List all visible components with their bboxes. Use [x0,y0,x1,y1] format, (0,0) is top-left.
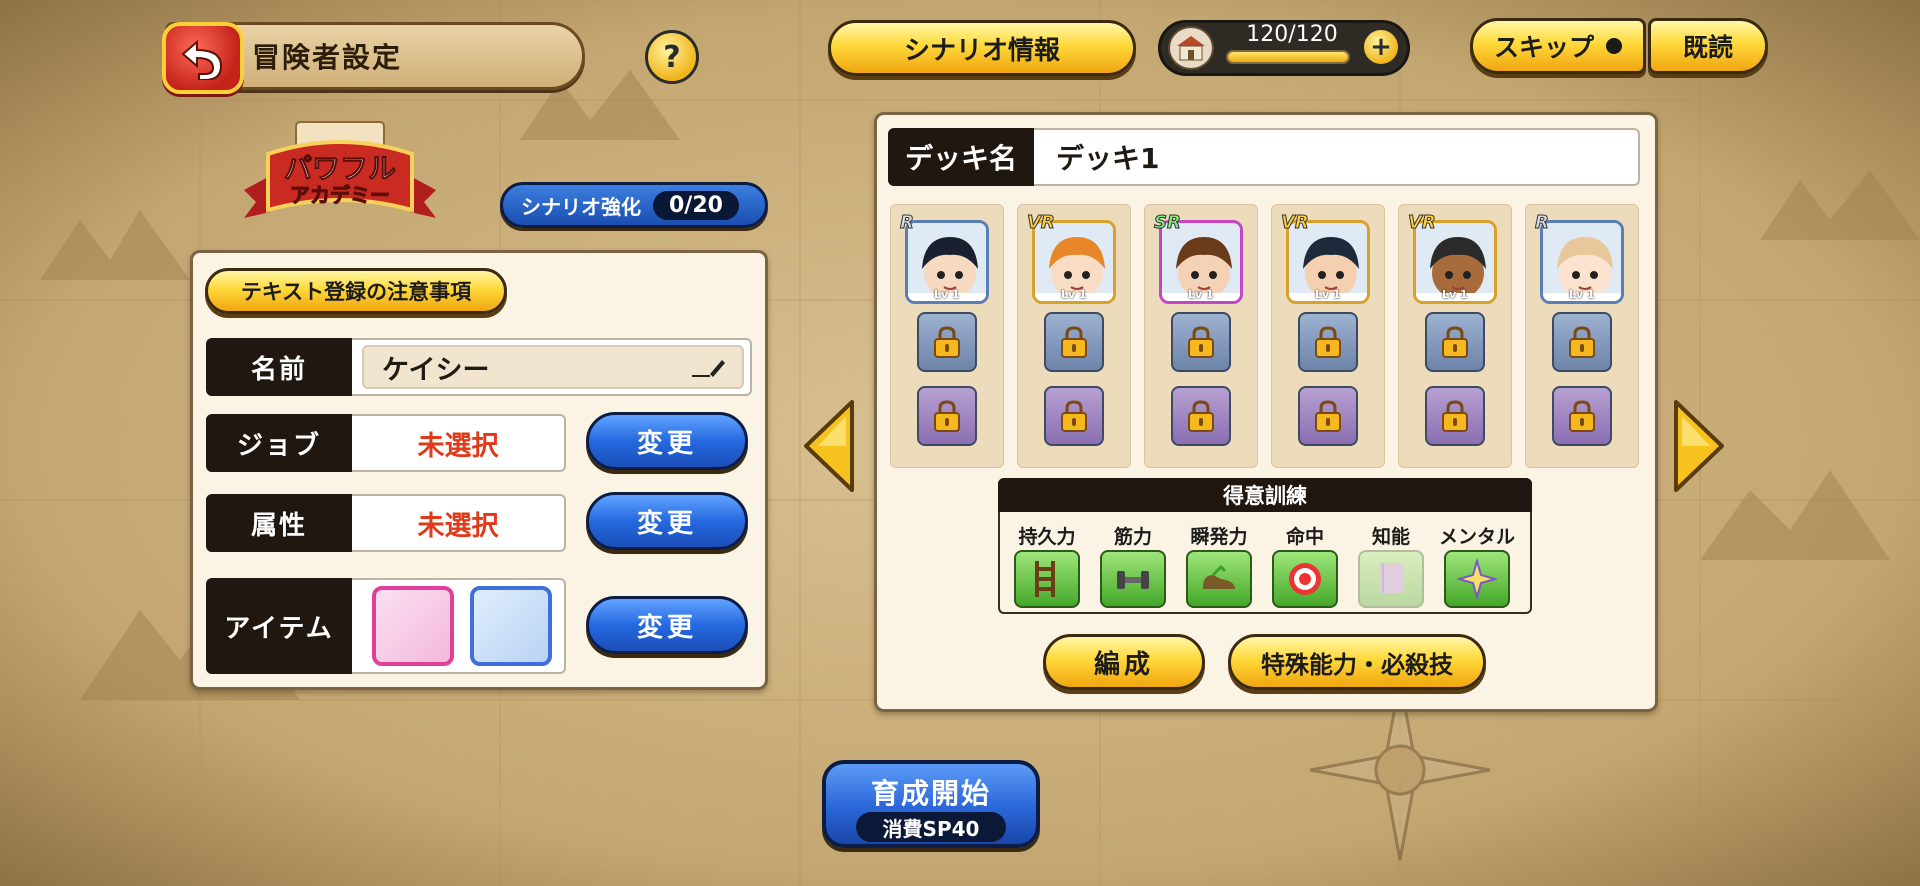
card-level: Lv 1 [1315,288,1341,301]
training-label: 命中 [1285,526,1324,548]
change-item-button[interactable]: 変更 [586,596,748,654]
scenario-strength-label: シナリオ強化 [521,194,641,219]
locked-slot[interactable] [1298,312,1358,372]
skip-toggle-indicator [1606,38,1622,54]
locked-slot[interactable] [1425,312,1485,372]
name-value: ケイシー [382,354,490,386]
locked-slot[interactable] [1552,386,1612,446]
locked-slot[interactable] [917,386,977,446]
card-rarity-badge: VR [1027,212,1056,234]
book-icon [1358,550,1424,608]
lock-icon [1061,400,1087,432]
spark-icon [1444,550,1510,608]
locked-slot[interactable] [1044,312,1104,372]
target-icon [1272,550,1338,608]
lock-icon [934,326,960,358]
training-label: 瞬発力 [1190,526,1248,548]
attribute-value: 未選択 [352,494,566,552]
dumbbell-icon [1100,550,1166,608]
card-level: Lv 1 [1188,288,1214,301]
locked-slot[interactable] [1425,386,1485,446]
text-registration-notice-button[interactable]: テキスト登録の注意事項 [205,268,507,314]
locked-slot[interactable] [1044,386,1104,446]
powerful-academy-logo: パワフル アカデミー [244,121,436,218]
card-rarity-badge: VR [1281,212,1310,234]
locked-slot[interactable] [1171,312,1231,372]
card-level: Lv 1 [934,288,960,301]
scenario-info-button[interactable]: シナリオ情報 [828,20,1136,76]
sp-cost: 消費SP40 [856,812,1006,842]
scenario-strength-value: 0/20 [653,190,739,220]
card-rarity-badge: R [1535,212,1550,234]
item-slot-1[interactable] [372,586,454,666]
attribute-label: 属性 [206,494,352,552]
shoe-icon [1186,550,1252,608]
deck-name-value: デッキ1 [1034,128,1640,186]
training-label: メンタル [1438,526,1515,548]
start-training-label: 育成開始 [870,777,991,810]
lock-icon [1569,400,1595,432]
item-slot-2[interactable] [470,586,552,666]
help-button[interactable]: ? [645,30,699,84]
card-rarity-badge: SR [1154,212,1182,234]
lock-icon [1569,326,1595,358]
next-deck-arrow-icon[interactable] [1672,398,1726,494]
skip-label: スキップ [1493,33,1594,62]
school-icon [1168,26,1214,70]
deck-name-label: デッキ名 [888,128,1034,186]
lock-icon [1315,326,1341,358]
add-stamina-button[interactable]: + [1362,28,1400,66]
card-rarity-badge: R [900,212,915,234]
change-attribute-button[interactable]: 変更 [586,492,748,550]
back-button[interactable] [162,22,244,94]
lock-icon [934,400,960,432]
lock-icon [1061,326,1087,358]
logo-line-2: アカデミー [290,183,390,207]
special-training-header: 得意訓練 [998,478,1532,512]
training-label: 知能 [1371,526,1410,548]
lock-icon [1315,400,1341,432]
stamina-bar [1226,50,1350,64]
previous-deck-arrow-icon[interactable] [802,398,856,494]
card-level: Lv 1 [1442,288,1468,301]
lock-icon [1442,400,1468,432]
lock-icon [1442,326,1468,358]
special-abilities-button[interactable]: 特殊能力・必殺技 [1228,634,1486,690]
read-button[interactable]: 既読 [1648,18,1768,74]
locked-slot[interactable] [1171,386,1231,446]
formation-button[interactable]: 編成 [1043,634,1205,690]
back-arrow-icon [181,39,223,80]
training-label: 持久力 [1018,526,1076,548]
name-field[interactable]: ケイシー [362,345,744,389]
job-label: ジョブ [206,414,352,472]
lock-icon [1188,326,1214,358]
card-level: Lv 1 [1569,288,1595,301]
name-label: 名前 [206,338,352,396]
locked-slot[interactable] [917,312,977,372]
scenario-strength-button[interactable]: シナリオ強化 0/20 [500,182,768,228]
stamina-value: 120/120 [1246,22,1338,47]
card-level: Lv 1 [1061,288,1087,301]
skip-button[interactable]: スキップ [1470,18,1646,74]
locked-slot[interactable] [1552,312,1612,372]
logo-line-1: パワフル [284,152,396,185]
edit-pencil-icon [692,360,725,377]
job-value: 未選択 [352,414,566,472]
ladder-icon [1014,550,1080,608]
lock-icon [1188,400,1214,432]
page-title: 冒険者設定 [252,41,403,74]
item-label: アイテム [206,578,352,674]
training-label: 筋力 [1113,526,1152,548]
locked-slot[interactable] [1298,386,1358,446]
stamina-bar-fill [1228,52,1348,62]
change-job-button[interactable]: 変更 [586,412,748,470]
card-rarity-badge: VR [1408,212,1437,234]
